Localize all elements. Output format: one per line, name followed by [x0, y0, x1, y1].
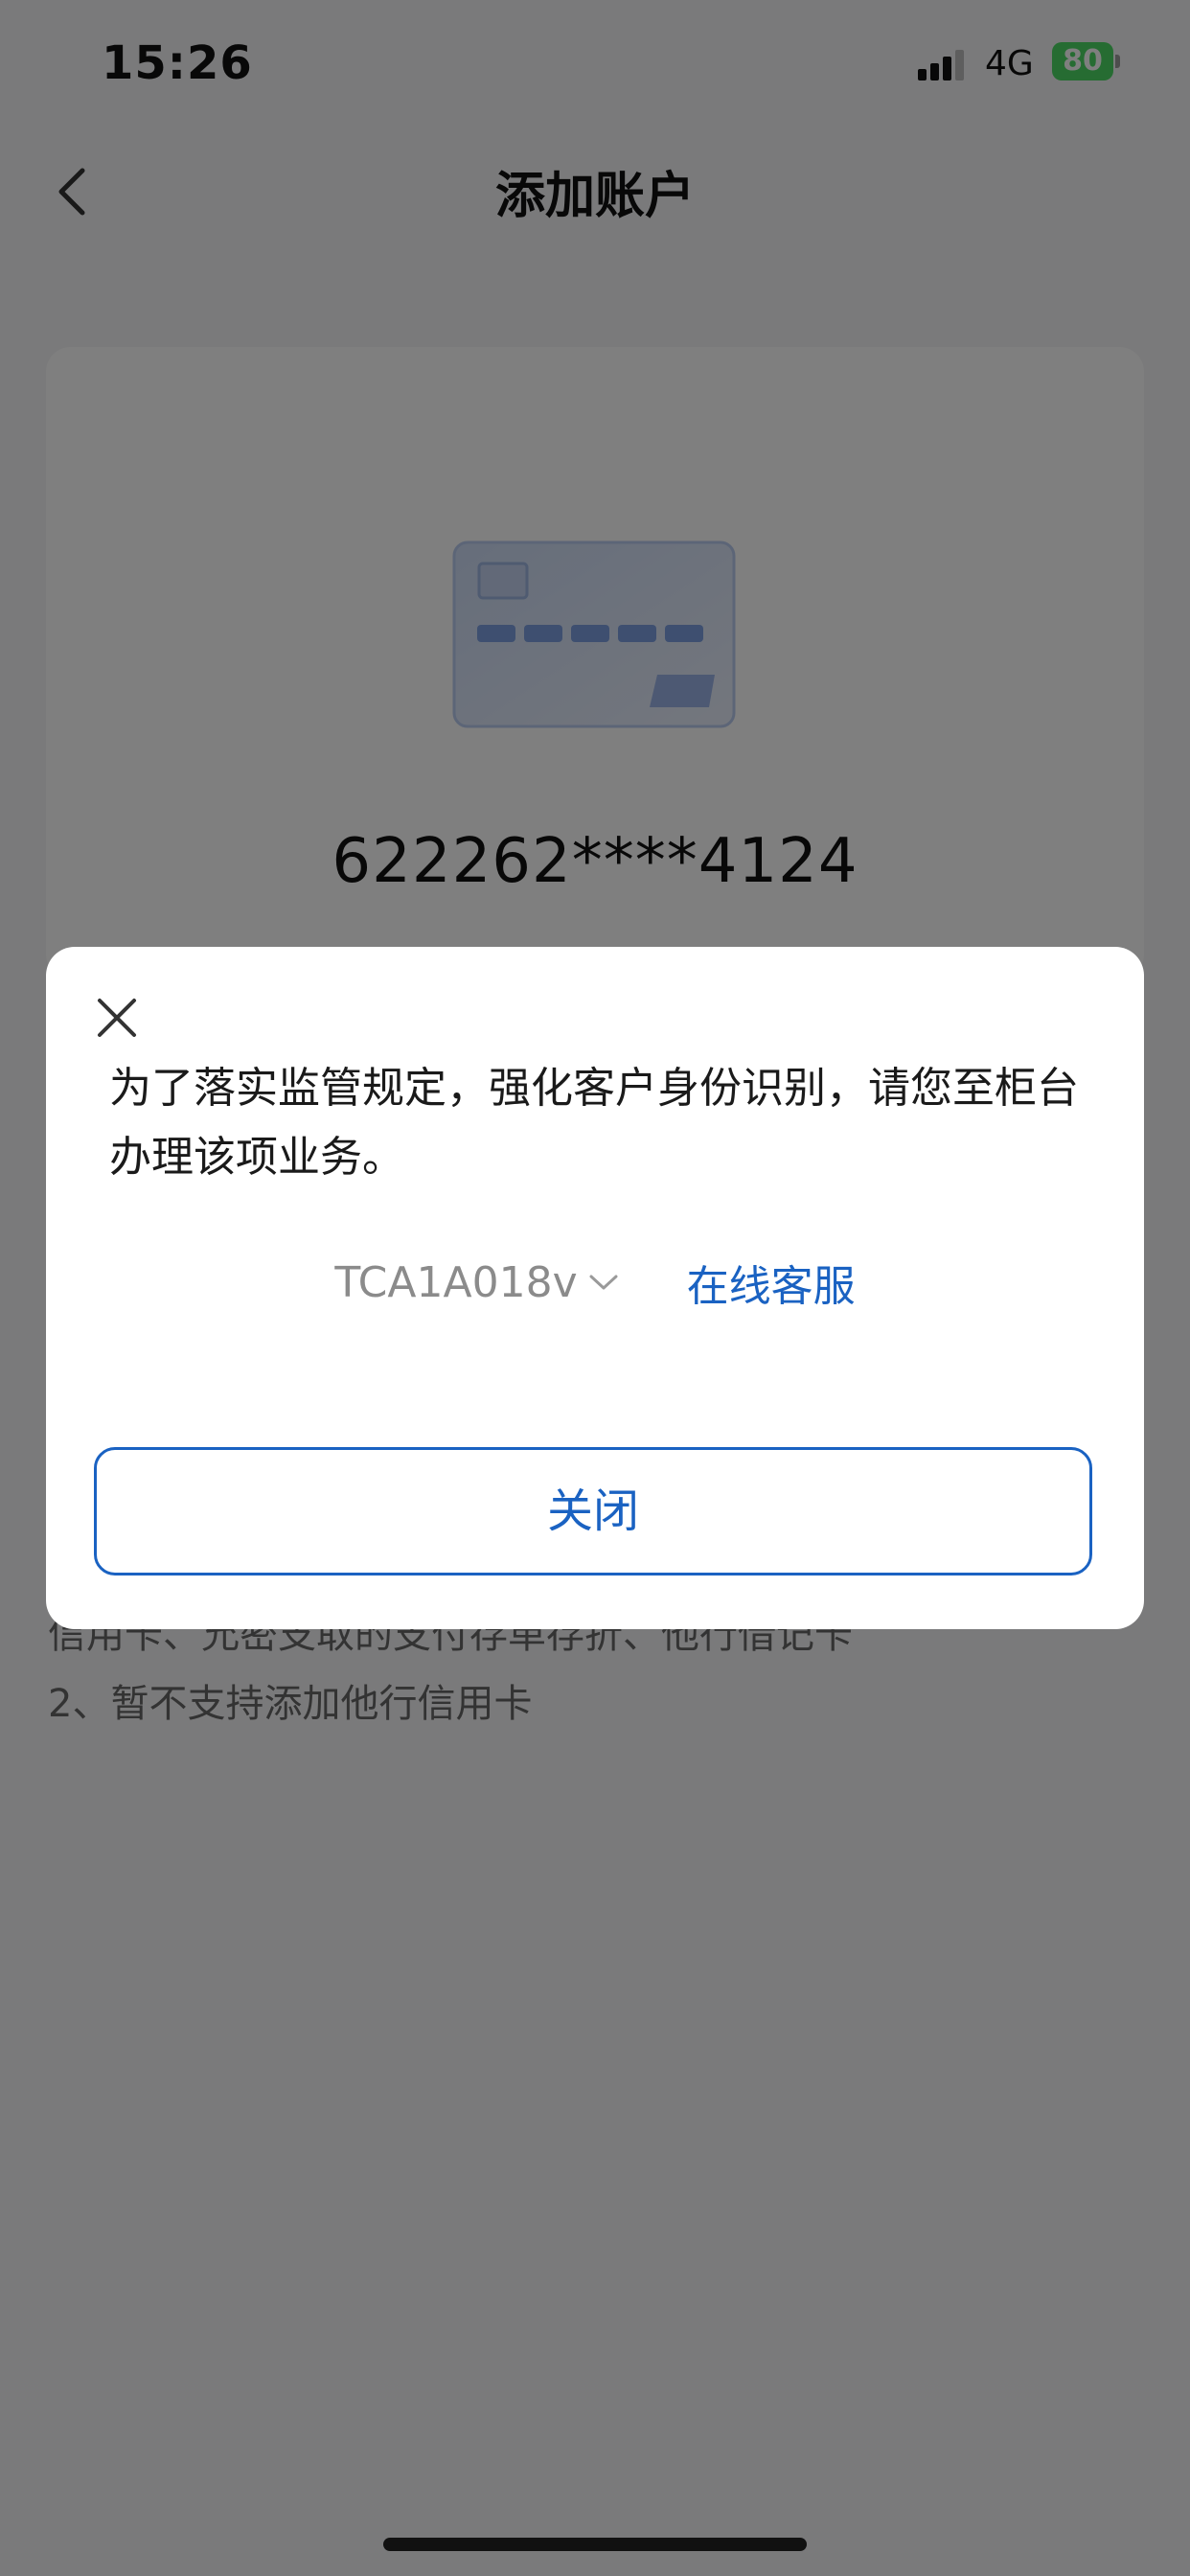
- error-code[interactable]: TCA1A018v: [334, 1258, 577, 1307]
- close-icon[interactable]: [96, 997, 138, 1039]
- online-customer-service-link[interactable]: 在线客服: [687, 1252, 856, 1313]
- notice-dialog: 为了落实监管规定，强化客户身份识别，请您至柜台办理该项业务。 TCA1A018v…: [46, 947, 1144, 1629]
- close-button[interactable]: 关闭: [94, 1447, 1092, 1576]
- dialog-meta-row: TCA1A018v 在线客服: [46, 1252, 1144, 1313]
- chevron-down-icon[interactable]: [587, 1272, 620, 1293]
- home-indicator: [383, 2538, 807, 2551]
- dialog-message: 为了落实监管规定，强化客户身份识别，请您至柜台办理该项业务。: [109, 1064, 1079, 1182]
